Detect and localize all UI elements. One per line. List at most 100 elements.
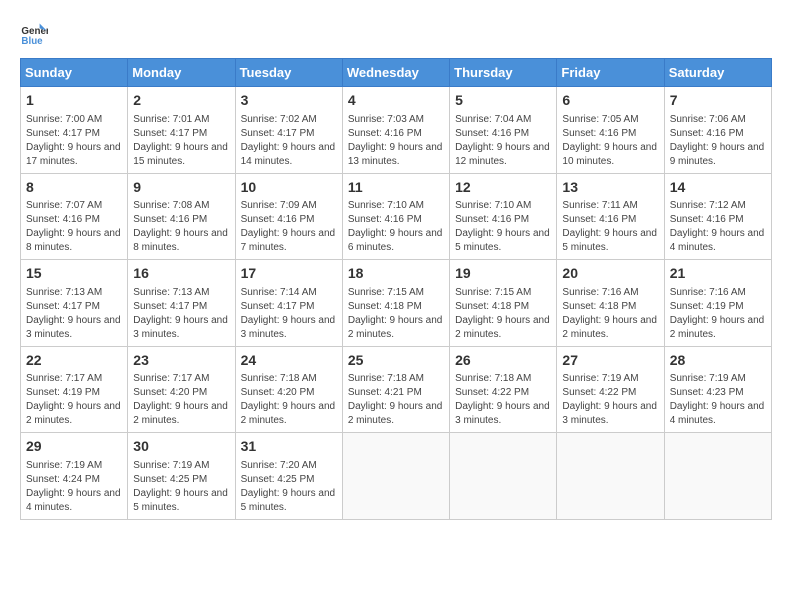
- day-number: 3: [241, 91, 337, 111]
- day-info: Sunrise: 7:16 AMSunset: 4:19 PMDaylight:…: [670, 286, 766, 342]
- day-info: Sunrise: 7:17 AMSunset: 4:19 PMDaylight:…: [26, 372, 122, 428]
- day-info: Sunrise: 7:08 AMSunset: 4:16 PMDaylight:…: [133, 199, 229, 255]
- day-info: Sunrise: 7:20 AMSunset: 4:25 PMDaylight:…: [241, 459, 337, 515]
- calendar-day-cell: 21Sunrise: 7:16 AMSunset: 4:19 PMDayligh…: [664, 260, 771, 347]
- day-info: Sunrise: 7:01 AMSunset: 4:17 PMDaylight:…: [133, 113, 229, 169]
- calendar-day-cell: 30Sunrise: 7:19 AMSunset: 4:25 PMDayligh…: [128, 433, 235, 520]
- day-number: 30: [133, 437, 229, 457]
- calendar-day-cell: 12Sunrise: 7:10 AMSunset: 4:16 PMDayligh…: [450, 173, 557, 260]
- calendar-day-cell: 6Sunrise: 7:05 AMSunset: 4:16 PMDaylight…: [557, 87, 664, 174]
- day-info: Sunrise: 7:13 AMSunset: 4:17 PMDaylight:…: [26, 286, 122, 342]
- day-number: 27: [562, 351, 658, 371]
- calendar-day-cell: 25Sunrise: 7:18 AMSunset: 4:21 PMDayligh…: [342, 346, 449, 433]
- day-number: 8: [26, 178, 122, 198]
- calendar-day-cell: 15Sunrise: 7:13 AMSunset: 4:17 PMDayligh…: [21, 260, 128, 347]
- day-number: 16: [133, 264, 229, 284]
- day-info: Sunrise: 7:19 AMSunset: 4:25 PMDaylight:…: [133, 459, 229, 515]
- weekday-header-cell: Tuesday: [235, 59, 342, 87]
- calendar-week-row: 15Sunrise: 7:13 AMSunset: 4:17 PMDayligh…: [21, 260, 772, 347]
- day-info: Sunrise: 7:06 AMSunset: 4:16 PMDaylight:…: [670, 113, 766, 169]
- calendar-day-cell: [664, 433, 771, 520]
- day-number: 15: [26, 264, 122, 284]
- calendar-day-cell: [450, 433, 557, 520]
- day-number: 25: [348, 351, 444, 371]
- day-number: 7: [670, 91, 766, 111]
- day-info: Sunrise: 7:10 AMSunset: 4:16 PMDaylight:…: [348, 199, 444, 255]
- weekday-header-cell: Monday: [128, 59, 235, 87]
- calendar-day-cell: 26Sunrise: 7:18 AMSunset: 4:22 PMDayligh…: [450, 346, 557, 433]
- day-info: Sunrise: 7:18 AMSunset: 4:20 PMDaylight:…: [241, 372, 337, 428]
- calendar-day-cell: 14Sunrise: 7:12 AMSunset: 4:16 PMDayligh…: [664, 173, 771, 260]
- calendar-day-cell: 3Sunrise: 7:02 AMSunset: 4:17 PMDaylight…: [235, 87, 342, 174]
- day-info: Sunrise: 7:03 AMSunset: 4:16 PMDaylight:…: [348, 113, 444, 169]
- day-info: Sunrise: 7:15 AMSunset: 4:18 PMDaylight:…: [348, 286, 444, 342]
- day-info: Sunrise: 7:18 AMSunset: 4:21 PMDaylight:…: [348, 372, 444, 428]
- weekday-header-cell: Friday: [557, 59, 664, 87]
- day-info: Sunrise: 7:04 AMSunset: 4:16 PMDaylight:…: [455, 113, 551, 169]
- day-info: Sunrise: 7:16 AMSunset: 4:18 PMDaylight:…: [562, 286, 658, 342]
- svg-text:Blue: Blue: [21, 36, 43, 47]
- calendar-day-cell: 29Sunrise: 7:19 AMSunset: 4:24 PMDayligh…: [21, 433, 128, 520]
- day-number: 17: [241, 264, 337, 284]
- calendar-day-cell: 19Sunrise: 7:15 AMSunset: 4:18 PMDayligh…: [450, 260, 557, 347]
- logo: General Blue: [20, 20, 48, 48]
- calendar-day-cell: 13Sunrise: 7:11 AMSunset: 4:16 PMDayligh…: [557, 173, 664, 260]
- calendar-day-cell: 2Sunrise: 7:01 AMSunset: 4:17 PMDaylight…: [128, 87, 235, 174]
- day-number: 12: [455, 178, 551, 198]
- day-number: 22: [26, 351, 122, 371]
- calendar-week-row: 1Sunrise: 7:00 AMSunset: 4:17 PMDaylight…: [21, 87, 772, 174]
- day-info: Sunrise: 7:07 AMSunset: 4:16 PMDaylight:…: [26, 199, 122, 255]
- day-info: Sunrise: 7:10 AMSunset: 4:16 PMDaylight:…: [455, 199, 551, 255]
- day-number: 20: [562, 264, 658, 284]
- day-number: 5: [455, 91, 551, 111]
- calendar-day-cell: 22Sunrise: 7:17 AMSunset: 4:19 PMDayligh…: [21, 346, 128, 433]
- calendar-day-cell: 7Sunrise: 7:06 AMSunset: 4:16 PMDaylight…: [664, 87, 771, 174]
- day-info: Sunrise: 7:15 AMSunset: 4:18 PMDaylight:…: [455, 286, 551, 342]
- day-number: 31: [241, 437, 337, 457]
- calendar-day-cell: 8Sunrise: 7:07 AMSunset: 4:16 PMDaylight…: [21, 173, 128, 260]
- calendar-day-cell: 27Sunrise: 7:19 AMSunset: 4:22 PMDayligh…: [557, 346, 664, 433]
- logo-icon: General Blue: [20, 20, 48, 48]
- calendar-day-cell: [557, 433, 664, 520]
- calendar-day-cell: 23Sunrise: 7:17 AMSunset: 4:20 PMDayligh…: [128, 346, 235, 433]
- calendar-day-cell: 9Sunrise: 7:08 AMSunset: 4:16 PMDaylight…: [128, 173, 235, 260]
- calendar-day-cell: 10Sunrise: 7:09 AMSunset: 4:16 PMDayligh…: [235, 173, 342, 260]
- day-number: 13: [562, 178, 658, 198]
- day-number: 19: [455, 264, 551, 284]
- day-info: Sunrise: 7:19 AMSunset: 4:24 PMDaylight:…: [26, 459, 122, 515]
- calendar-day-cell: 17Sunrise: 7:14 AMSunset: 4:17 PMDayligh…: [235, 260, 342, 347]
- weekday-header-row: SundayMondayTuesdayWednesdayThursdayFrid…: [21, 59, 772, 87]
- day-number: 28: [670, 351, 766, 371]
- day-info: Sunrise: 7:11 AMSunset: 4:16 PMDaylight:…: [562, 199, 658, 255]
- day-number: 18: [348, 264, 444, 284]
- calendar-day-cell: 20Sunrise: 7:16 AMSunset: 4:18 PMDayligh…: [557, 260, 664, 347]
- day-info: Sunrise: 7:00 AMSunset: 4:17 PMDaylight:…: [26, 113, 122, 169]
- calendar-day-cell: 5Sunrise: 7:04 AMSunset: 4:16 PMDaylight…: [450, 87, 557, 174]
- day-number: 26: [455, 351, 551, 371]
- calendar-day-cell: 31Sunrise: 7:20 AMSunset: 4:25 PMDayligh…: [235, 433, 342, 520]
- weekday-header-cell: Saturday: [664, 59, 771, 87]
- day-info: Sunrise: 7:05 AMSunset: 4:16 PMDaylight:…: [562, 113, 658, 169]
- day-number: 14: [670, 178, 766, 198]
- day-number: 4: [348, 91, 444, 111]
- calendar-day-cell: 1Sunrise: 7:00 AMSunset: 4:17 PMDaylight…: [21, 87, 128, 174]
- calendar-week-row: 29Sunrise: 7:19 AMSunset: 4:24 PMDayligh…: [21, 433, 772, 520]
- day-number: 1: [26, 91, 122, 111]
- day-number: 2: [133, 91, 229, 111]
- page-header: General Blue: [20, 20, 772, 48]
- weekday-header-cell: Sunday: [21, 59, 128, 87]
- weekday-header-cell: Wednesday: [342, 59, 449, 87]
- calendar-day-cell: [342, 433, 449, 520]
- calendar-day-cell: 11Sunrise: 7:10 AMSunset: 4:16 PMDayligh…: [342, 173, 449, 260]
- day-info: Sunrise: 7:02 AMSunset: 4:17 PMDaylight:…: [241, 113, 337, 169]
- day-info: Sunrise: 7:19 AMSunset: 4:22 PMDaylight:…: [562, 372, 658, 428]
- calendar-day-cell: 24Sunrise: 7:18 AMSunset: 4:20 PMDayligh…: [235, 346, 342, 433]
- calendar-day-cell: 18Sunrise: 7:15 AMSunset: 4:18 PMDayligh…: [342, 260, 449, 347]
- day-number: 11: [348, 178, 444, 198]
- day-info: Sunrise: 7:17 AMSunset: 4:20 PMDaylight:…: [133, 372, 229, 428]
- day-info: Sunrise: 7:18 AMSunset: 4:22 PMDaylight:…: [455, 372, 551, 428]
- day-info: Sunrise: 7:14 AMSunset: 4:17 PMDaylight:…: [241, 286, 337, 342]
- day-number: 21: [670, 264, 766, 284]
- calendar-week-row: 22Sunrise: 7:17 AMSunset: 4:19 PMDayligh…: [21, 346, 772, 433]
- weekday-header-cell: Thursday: [450, 59, 557, 87]
